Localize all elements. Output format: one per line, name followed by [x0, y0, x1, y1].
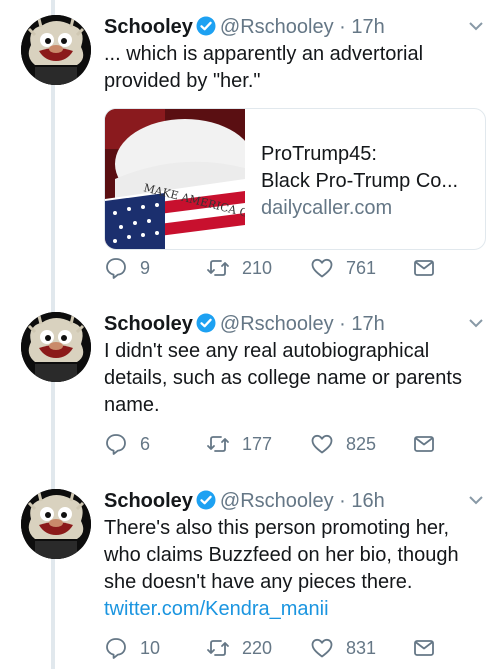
message-icon: [412, 636, 436, 660]
retweet-button[interactable]: 177: [206, 430, 272, 458]
tweet-3[interactable]: Schooley @Rschooley · 16h There's also th…: [0, 484, 500, 669]
tweet-actions: 10 220 831: [104, 634, 484, 662]
reply-button[interactable]: 10: [104, 634, 160, 662]
tweet-text-line: she doesn't have any pieces there.: [104, 571, 413, 593]
display-name[interactable]: Schooley: [104, 490, 193, 512]
retweet-icon: [206, 636, 230, 660]
like-button[interactable]: 825: [310, 430, 376, 458]
like-icon: [310, 256, 334, 280]
avatar[interactable]: [21, 312, 91, 382]
card-title: ProTrump45: Black Pro-Trump Co...: [261, 141, 458, 195]
tweet-header: Schooley @Rschooley · 17h: [104, 10, 385, 44]
separator-dot: ·: [339, 16, 346, 38]
reply-icon: [104, 256, 128, 280]
retweet-count: 210: [242, 257, 273, 278]
link-card[interactable]: MAKE AMERICA GREAT AGAIN ProTrump45: Bla…: [104, 108, 486, 250]
chevron-down-icon[interactable]: [468, 492, 484, 510]
card-title-line: Black Pro-Trump Co...: [261, 170, 459, 192]
timestamp[interactable]: 17h: [351, 313, 384, 335]
like-icon: [310, 636, 334, 660]
tweet-2[interactable]: Schooley @Rschooley · 17h I didn't see an…: [0, 307, 500, 467]
tweet-text: I didn't see any real autobiographical d…: [104, 338, 489, 419]
reply-count: 6: [140, 433, 151, 454]
message-button[interactable]: [412, 430, 436, 458]
like-button[interactable]: 761: [310, 254, 376, 282]
message-button[interactable]: [412, 634, 436, 662]
tweet-text: ... which is apparently an advertorial p…: [104, 41, 489, 95]
retweet-icon: [206, 432, 230, 456]
tweet-text-line: name.: [104, 394, 160, 416]
tweet-text: There's also this person promoting her, …: [104, 515, 489, 623]
tweet-text-line: details, such as college name or parents: [104, 367, 462, 389]
timestamp[interactable]: 16h: [351, 490, 384, 512]
avatar[interactable]: [21, 15, 91, 85]
message-button[interactable]: [412, 254, 436, 282]
like-button[interactable]: 831: [310, 634, 376, 662]
tweet-header: Schooley @Rschooley · 16h: [104, 484, 385, 518]
separator-dot: ·: [339, 313, 346, 335]
avatar[interactable]: [21, 489, 91, 559]
retweet-count: 177: [242, 433, 273, 454]
timestamp[interactable]: 17h: [351, 16, 384, 38]
like-icon: [310, 432, 334, 456]
message-icon: [412, 256, 436, 280]
chevron-down-icon[interactable]: [468, 18, 484, 36]
retweet-count: 220: [242, 637, 273, 658]
tweet-link[interactable]: twitter.com/Kendra_manii: [104, 596, 489, 623]
card-title-line: ProTrump45:: [261, 143, 377, 165]
separator-dot: ·: [339, 490, 346, 512]
retweet-button[interactable]: 220: [206, 634, 272, 662]
reply-button[interactable]: 6: [104, 430, 150, 458]
card-image: MAKE AMERICA GREAT AGAIN: [105, 109, 321, 249]
like-count: 825: [346, 433, 377, 454]
tweet-text-line: I didn't see any real autobiographical: [104, 340, 430, 362]
tweet-text-line: provided by "her.": [104, 70, 261, 92]
display-name[interactable]: Schooley: [104, 313, 193, 335]
reply-icon: [104, 636, 128, 660]
like-count: 831: [346, 637, 377, 658]
like-count: 761: [346, 257, 377, 278]
tweet-header: Schooley @Rschooley · 17h: [104, 307, 385, 341]
reply-count: 10: [140, 637, 161, 658]
handle[interactable]: @Rschooley: [220, 16, 334, 38]
handle[interactable]: @Rschooley: [220, 490, 334, 512]
tweet-actions: 6 177 825: [104, 430, 484, 458]
retweet-icon: [206, 256, 230, 280]
chevron-down-icon[interactable]: [468, 315, 484, 333]
tweet-1[interactable]: Schooley @Rschooley · 17h ... which is ap…: [0, 10, 500, 290]
handle[interactable]: @Rschooley: [220, 313, 334, 335]
reply-count: 9: [140, 257, 151, 278]
reply-icon: [104, 432, 128, 456]
tweet-actions: 9 210 761: [104, 254, 484, 282]
tweet-text-line: ... which is apparently an advertorial: [104, 43, 424, 65]
tweet-text-line: There's also this person promoting her,: [104, 517, 450, 539]
display-name[interactable]: Schooley: [104, 16, 193, 38]
card-domain: dailycaller.com: [261, 197, 393, 219]
retweet-button[interactable]: 210: [206, 254, 272, 282]
message-icon: [412, 432, 436, 456]
tweet-text-line: who claims Buzzfeed on her bio, though: [104, 544, 459, 566]
reply-button[interactable]: 9: [104, 254, 150, 282]
